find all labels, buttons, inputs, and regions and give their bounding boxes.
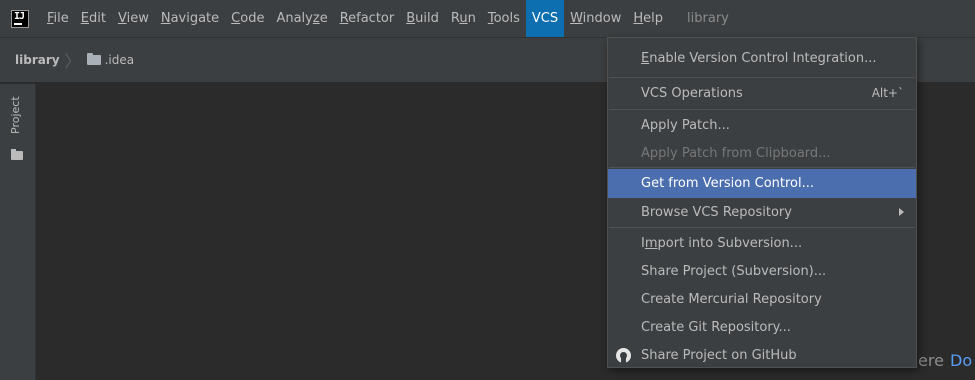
import-subversion-item[interactable]: Import into Subversion...: [608, 229, 916, 258]
window-project-title: library: [687, 11, 729, 26]
menu-build[interactable]: Build: [400, 0, 445, 37]
menu-separator: [609, 77, 915, 78]
intellij-logo-icon: IJ: [11, 9, 29, 28]
browse-vcs-repo-item[interactable]: Browse VCS Repository: [608, 198, 916, 227]
folder-icon: [86, 53, 101, 65]
menu-vcs[interactable]: VCS: [525, 0, 565, 37]
enable-vcs-integration-item[interactable]: Enable Version Control Integration...: [608, 44, 916, 73]
menu-run[interactable]: Run: [445, 0, 482, 37]
apply-patch-clipboard-item: Apply Patch from Clipboard...: [641, 146, 831, 161]
menu-separator: [609, 227, 915, 228]
project-folder-icon[interactable]: [11, 149, 23, 160]
breadcrumb-idea-folder[interactable]: .idea: [105, 53, 135, 67]
vcs-operations-shortcut: Alt+`: [871, 86, 904, 100]
menu-separator: [609, 167, 915, 168]
hint-text: ere: [918, 351, 944, 370]
menu-view[interactable]: View: [112, 0, 155, 37]
menu-file[interactable]: File: [41, 0, 75, 37]
project-tool-label: Project: [9, 96, 22, 134]
menu-refactor[interactable]: Refactor: [334, 0, 401, 37]
create-mercurial-item[interactable]: Create Mercurial Repository: [608, 285, 916, 314]
submenu-arrow-icon: [899, 208, 904, 216]
menu-code[interactable]: Code: [225, 0, 270, 37]
vcs-menu-dropdown: Enable Version Control Integration... VC…: [607, 37, 917, 368]
menu-analyze[interactable]: Analyze: [270, 0, 333, 37]
get-from-vcs-item[interactable]: Get from Version Control...: [608, 169, 916, 198]
apply-patch-item[interactable]: Apply Patch...: [608, 111, 916, 140]
main-menu-bar: IJ File Edit View Navigate Code Analyze …: [0, 0, 975, 37]
menu-separator: [609, 109, 915, 110]
breadcrumb-separator-icon: 〉: [64, 52, 81, 71]
menu-tools[interactable]: Tools: [482, 0, 526, 37]
menu-window[interactable]: Window: [564, 0, 627, 37]
create-git-item[interactable]: Create Git Repository...: [608, 313, 916, 342]
left-tool-strip: Project: [0, 84, 36, 380]
hint-link[interactable]: Do: [950, 351, 972, 370]
vcs-operations-item[interactable]: VCS Operations Alt+`: [608, 79, 916, 108]
share-subversion-item[interactable]: Share Project (Subversion)...: [608, 257, 916, 286]
menu-navigate[interactable]: Navigate: [155, 0, 225, 37]
menu-help[interactable]: Help: [627, 0, 669, 37]
project-tool-window-button[interactable]: Project: [9, 96, 27, 156]
breadcrumb-project[interactable]: library: [15, 53, 60, 67]
menu-edit[interactable]: Edit: [75, 0, 112, 37]
share-github-item[interactable]: Share Project on GitHub: [608, 341, 916, 370]
github-icon: [616, 348, 631, 363]
